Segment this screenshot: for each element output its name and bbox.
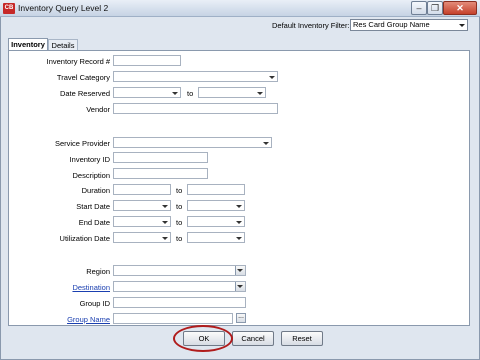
app-logo-icon: CB [3, 3, 15, 14]
chevron-down-icon [235, 202, 243, 210]
to-label: to [176, 234, 183, 243]
chevron-down-icon [262, 139, 270, 147]
chevron-down-icon [171, 89, 179, 97]
to-label: to [187, 89, 194, 98]
chevron-down-icon [161, 202, 169, 210]
vendor-input[interactable] [113, 103, 278, 114]
duration-from-input[interactable] [113, 184, 171, 195]
start-date-from-picker[interactable] [113, 200, 171, 211]
duration-label: Duration [81, 186, 110, 195]
travel-category-label: Travel Category [56, 73, 110, 82]
to-label: to [176, 186, 183, 195]
maximize-button[interactable]: ❐ [427, 1, 443, 15]
reset-button[interactable]: Reset [281, 331, 323, 346]
default-filter-label: Default Inventory Filter: [272, 21, 350, 30]
chevron-down-icon [256, 89, 264, 97]
utilization-date-label: Utilization Date [59, 234, 110, 243]
chevron-down-icon [235, 234, 243, 242]
default-filter-dropdown[interactable]: Res Card Group Name [350, 19, 468, 31]
start-date-to-picker[interactable] [187, 200, 245, 211]
region-dropdown[interactable] [113, 265, 246, 276]
date-reserved-from-picker[interactable] [113, 87, 181, 98]
group-id-input[interactable] [113, 297, 246, 308]
service-provider-dropdown[interactable] [113, 137, 272, 148]
region-dropdown-button[interactable] [235, 266, 245, 275]
end-date-label: End Date [78, 218, 110, 227]
cancel-button[interactable]: Cancel [232, 331, 274, 346]
default-filter-value: Res Card Group Name [353, 20, 430, 29]
chevron-down-icon [236, 282, 244, 290]
group-id-label: Group ID [79, 299, 110, 308]
end-date-from-picker[interactable] [113, 216, 171, 227]
inventory-record-label: Inventory Record # [46, 57, 110, 66]
chevron-down-icon [458, 21, 466, 29]
chevron-down-icon [161, 234, 169, 242]
inventory-record-input[interactable] [113, 55, 181, 66]
chevron-down-icon [268, 73, 276, 81]
utilization-date-from-picker[interactable] [113, 232, 171, 243]
description-label: Description [72, 171, 110, 180]
chevron-down-icon [236, 266, 244, 274]
group-name-link[interactable]: Group Name [10, 315, 110, 324]
service-provider-label: Service Provider [54, 139, 110, 148]
utilization-date-to-picker[interactable] [187, 232, 245, 243]
inventory-id-input[interactable] [113, 152, 208, 163]
ok-highlight-annotation [173, 325, 233, 352]
minimize-button[interactable]: – [411, 1, 427, 15]
travel-category-dropdown[interactable] [113, 71, 278, 82]
vendor-label: Vendor [86, 105, 110, 114]
chevron-down-icon [161, 218, 169, 226]
group-name-input[interactable] [113, 313, 233, 324]
date-reserved-to-picker[interactable] [198, 87, 266, 98]
destination-dropdown[interactable] [113, 281, 246, 292]
group-name-browse-button[interactable]: ... [236, 313, 246, 323]
inventory-id-label: Inventory ID [69, 155, 110, 164]
region-label: Region [86, 267, 110, 276]
date-reserved-label: Date Reserved [59, 89, 110, 98]
to-label: to [176, 218, 183, 227]
duration-to-input[interactable] [187, 184, 245, 195]
description-input[interactable] [113, 168, 208, 179]
window-title: Inventory Query Level 2 [18, 3, 109, 13]
to-label: to [176, 202, 183, 211]
start-date-label: Start Date [76, 202, 110, 211]
chevron-down-icon [235, 218, 243, 226]
destination-dropdown-button[interactable] [235, 282, 245, 291]
close-button[interactable]: ✕ [443, 1, 477, 15]
end-date-to-picker[interactable] [187, 216, 245, 227]
destination-link[interactable]: Destination [10, 283, 110, 292]
